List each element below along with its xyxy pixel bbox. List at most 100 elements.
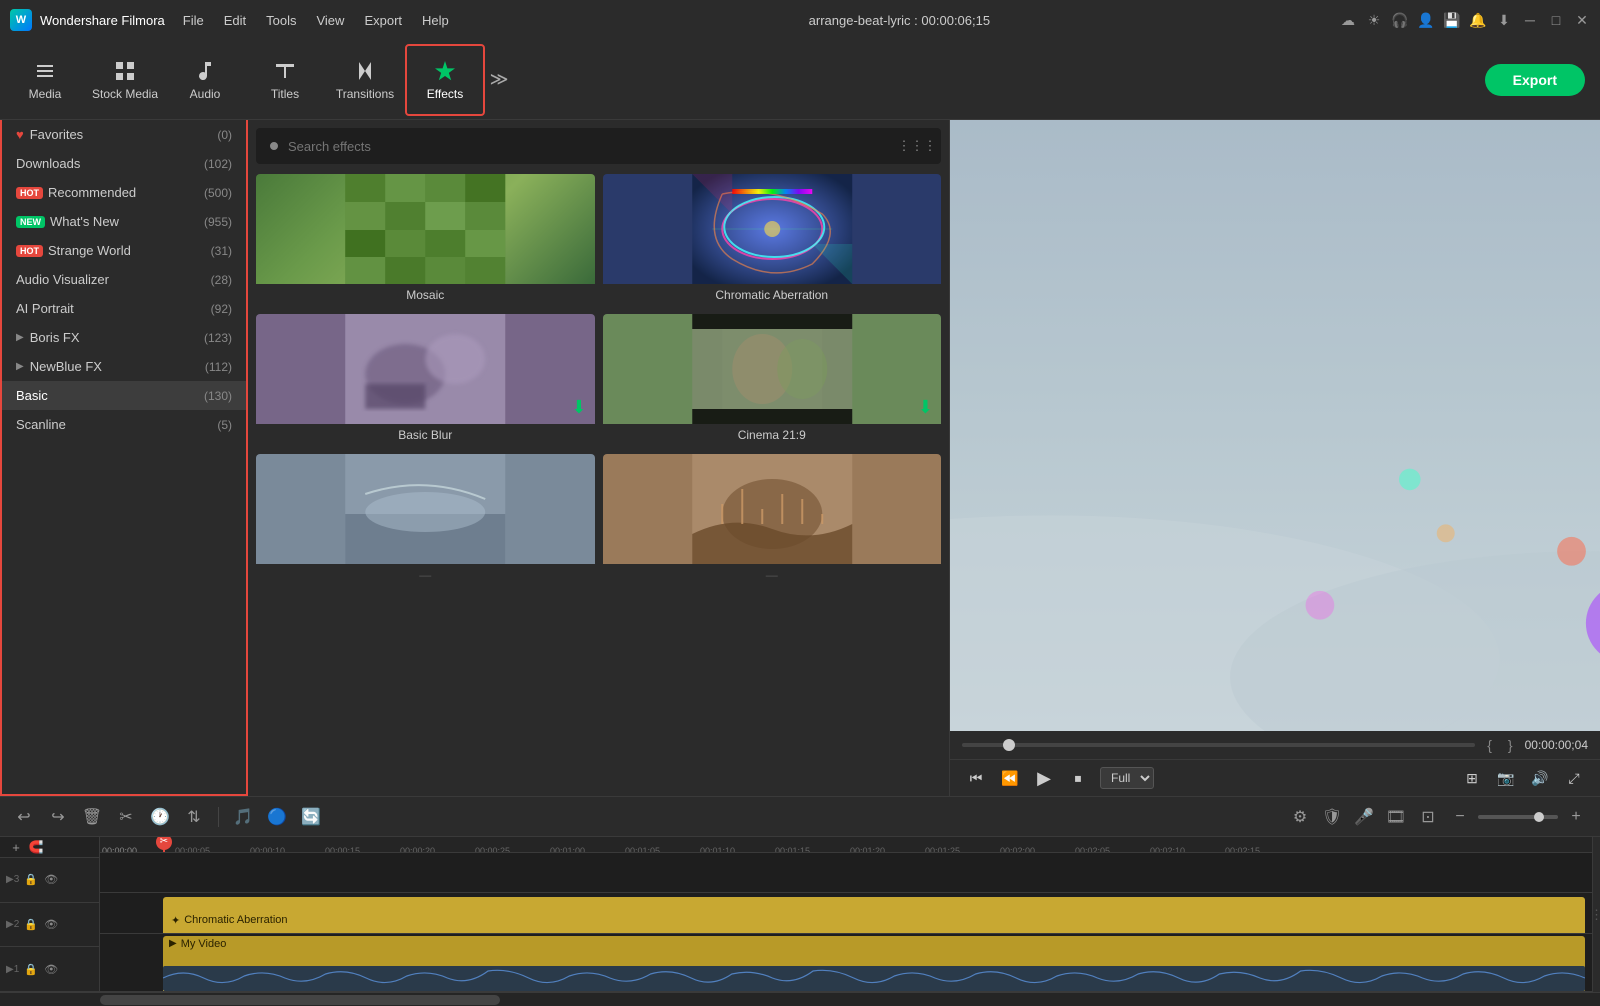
sidebar-item-scanline[interactable]: Scanline (5) [2,410,246,439]
timeline-scrollbar[interactable] [0,992,1600,1006]
toolbar: Media Stock Media Audio Titles Transitio… [0,40,1600,120]
preview-canvas [950,120,1600,731]
effect-card-effect5[interactable]: — [256,454,595,586]
ruler-time-11: 00:01:25 [925,846,960,854]
menu-file[interactable]: File [173,11,214,30]
timeline: ↩ ↪ 🗑 ✂ 🕐 ⇅ 🎵 🔵 🔄 ⚙ 🛡 🎤 🎞 ⊡ − + + 🧲 [0,796,1600,1006]
notification-icon[interactable]: 🔔 [1470,12,1486,28]
tab-transitions[interactable]: Transitions [325,44,405,116]
add-track-button[interactable]: + [6,837,26,857]
redo-button[interactable]: ↪ [44,803,72,831]
split-screen-icon[interactable]: ⊡ [1414,803,1442,831]
tab-effects[interactable]: Effects [405,44,485,116]
grid-view-button[interactable]: ⋮⋮⋮ [903,132,931,160]
menu-edit[interactable]: Edit [214,11,256,30]
camera-icon-1[interactable]: 🔒 [23,961,39,977]
sidebar-item-downloads[interactable]: Downloads (102) [2,149,246,178]
side-resize-handle[interactable]: ⋮ [1592,837,1600,992]
effect-cinema-name: Cinema 21:9 [603,424,942,446]
sidebar-item-favorites[interactable]: ♥ Favorites (0) [2,120,246,149]
magnet-button[interactable]: 🧲 [26,837,46,857]
menu-help[interactable]: Help [412,11,459,30]
preview-slider-handle[interactable] [1003,739,1015,751]
zoom-in-button[interactable]: + [1562,803,1590,831]
playback-controls: ⏮ ⏪ ▶ ⏹ [962,764,1092,792]
step-back-button[interactable]: ⏪ [996,764,1024,792]
effect-thumb-effect5 [256,454,595,564]
camera-icon-2[interactable]: 🔒 [23,917,39,933]
effect-card-basic-blur[interactable]: ⬇ Basic Blur [256,314,595,446]
sidebar-newblue-fx-count: (112) [205,360,232,374]
sidebar-scanline-count: (5) [217,418,232,432]
screenshot-icon[interactable]: 📷 [1492,764,1520,792]
effect-card-chromatic-aberration[interactable]: Chromatic Aberration [603,174,942,306]
eye-icon-3[interactable]: 👁 [43,872,59,888]
effect-card-effect6[interactable]: — [603,454,942,586]
playhead-marker[interactable]: ✂ [156,837,172,850]
timeline-toolbar: ↩ ↪ 🗑 ✂ 🕐 ⇅ 🎵 🔵 🔄 ⚙ 🛡 🎤 🎞 ⊡ − + [0,797,1600,837]
maximize-button[interactable]: □ [1548,12,1564,28]
multi-cam-icon[interactable]: 🎞 [1382,803,1410,831]
close-button[interactable]: ✕ [1574,12,1590,28]
user-icon[interactable]: 👤 [1418,12,1434,28]
auto-caption-button[interactable]: 🔄 [297,803,325,831]
fx-settings-icon[interactable]: ⚙ [1286,803,1314,831]
playhead[interactable]: ✂ [163,837,165,853]
sidebar-item-ai-portrait[interactable]: AI Portrait (92) [2,294,246,323]
minimize-button[interactable]: ─ [1522,12,1538,28]
sidebar-item-recommended[interactable]: HOT Recommended (500) [2,178,246,207]
sun-icon[interactable]: ☀ [1366,12,1382,28]
search-input[interactable] [288,139,897,154]
volume-icon[interactable]: 🔊 [1526,764,1554,792]
sidebar-item-strange-world[interactable]: HOT Strange World (31) [2,236,246,265]
zoom-out-button[interactable]: − [1446,803,1474,831]
tab-stock-media[interactable]: Stock Media [85,44,165,116]
sidebar-item-audio-visualizer[interactable]: Audio Visualizer (28) [2,265,246,294]
sidebar-item-newblue-fx[interactable]: ▶ NewBlue FX (112) [2,352,246,381]
titlebar: W Wondershare Filmora File Edit Tools Vi… [0,0,1600,40]
audio-settings-button[interactable]: 🎵 [229,803,257,831]
download-icon[interactable]: ⬇ [1496,12,1512,28]
zoom-slider-handle[interactable] [1534,812,1544,822]
zoom-slider[interactable] [1478,815,1558,819]
app-name: Wondershare Filmora [40,13,165,28]
restore-button[interactable]: 🕐 [146,803,174,831]
mic-icon[interactable]: 🎤 [1350,803,1378,831]
sidebar-item-boris-fx[interactable]: ▶ Boris FX (123) [2,323,246,352]
cloud-icon[interactable]: ☁ [1340,12,1356,28]
camera-icon-3[interactable]: 🔒 [23,872,39,888]
stop-button[interactable]: ⏹ [1064,764,1092,792]
fullscreen-icon[interactable]: ⤢ [1560,764,1588,792]
menu-view[interactable]: View [306,11,354,30]
tab-audio[interactable]: Audio [165,44,245,116]
save-icon[interactable]: 💾 [1444,12,1460,28]
quality-select[interactable]: Full [1100,767,1154,789]
effect-card-mosaic[interactable]: Mosaic [256,174,595,306]
sidebar-item-basic[interactable]: Basic (130) [2,381,246,410]
menu-export[interactable]: Export [354,11,412,30]
preview-progress-slider[interactable] [962,743,1475,747]
export-button[interactable]: Export [1485,64,1585,96]
more-tools-button[interactable]: ≫ [485,66,513,94]
scrollbar-thumb[interactable] [100,995,500,1005]
adjust-button[interactable]: ⇅ [180,803,208,831]
download-icon-cinema: ⬇ [918,397,933,418]
fit-to-window-icon[interactable]: ⊞ [1458,764,1486,792]
clip-chromatic-aberration[interactable]: ✦ Chromatic Aberration [163,897,1585,933]
play-button[interactable]: ▶ [1030,764,1058,792]
tab-titles[interactable]: Titles [245,44,325,116]
sidebar-item-whats-new[interactable]: NEW What's New (955) [2,207,246,236]
beat-detect-button[interactable]: 🔵 [263,803,291,831]
go-to-start-button[interactable]: ⏮ [962,764,990,792]
headset-icon[interactable]: 🎧 [1392,12,1408,28]
effect-card-cinema-21-9[interactable]: ⬇ Cinema 21:9 [603,314,942,446]
cut-button[interactable]: ✂ [112,803,140,831]
delete-button[interactable]: 🗑 [78,803,106,831]
eye-icon-2[interactable]: 👁 [43,917,59,933]
eye-icon-1[interactable]: 👁 [43,961,59,977]
menu-tools[interactable]: Tools [256,11,306,30]
undo-button[interactable]: ↩ [10,803,38,831]
chevron-right-icon-2: ▶ [16,361,24,372]
mask-icon[interactable]: 🛡 [1318,803,1346,831]
tab-media[interactable]: Media [5,44,85,116]
